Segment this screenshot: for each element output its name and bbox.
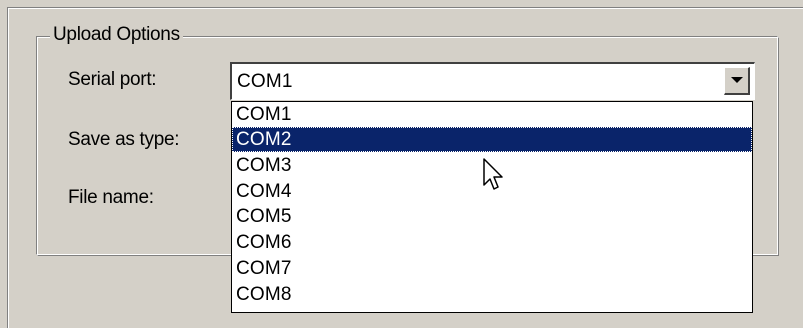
file-name-label: File name: bbox=[68, 187, 154, 208]
serial-port-label: Serial port: bbox=[68, 69, 157, 90]
save-as-type-label: Save as type: bbox=[68, 129, 180, 150]
serial-port-dropdown-list[interactable]: COM1 COM2 COM3 COM4 COM5 COM6 COM7 COM8 bbox=[231, 101, 753, 313]
dropdown-item-com6[interactable]: COM6 bbox=[232, 230, 752, 255]
dropdown-item-com8[interactable]: COM8 bbox=[232, 282, 752, 307]
arrow-cursor-icon bbox=[483, 158, 503, 190]
upload-options-title: Upload Options bbox=[50, 24, 183, 46]
dropdown-item-com5[interactable]: COM5 bbox=[232, 204, 752, 229]
chevron-down-icon[interactable] bbox=[724, 67, 750, 95]
dropdown-item-com1[interactable]: COM1 bbox=[232, 102, 752, 127]
dropdown-item-com7[interactable]: COM7 bbox=[232, 256, 752, 281]
dropdown-item-com2[interactable]: COM2 bbox=[232, 127, 752, 152]
serial-port-combobox[interactable]: COM1 bbox=[230, 62, 755, 100]
serial-port-selected-value: COM1 bbox=[237, 71, 293, 92]
